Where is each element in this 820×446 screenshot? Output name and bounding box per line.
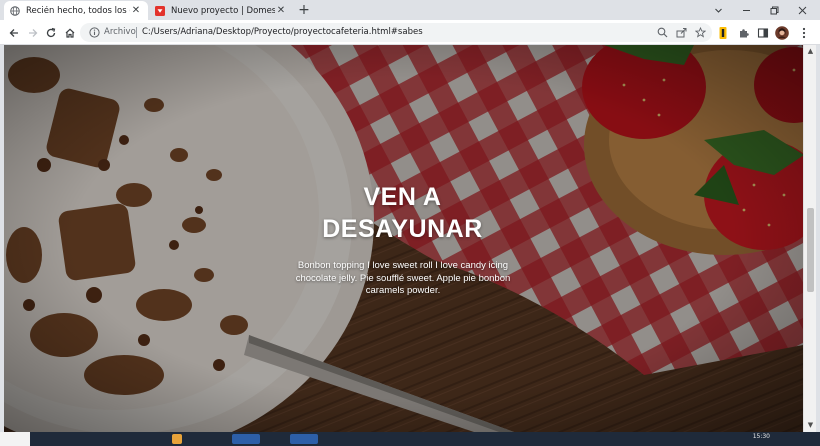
scrollbar-thumb[interactable] [807,208,814,292]
hero-paragraph: Bonbon topping I love sweet roll I love … [295,260,511,296]
tab-strip: Recién hecho, todos los días ✕ Nuevo pro… [0,0,820,20]
tab-title: Nuevo proyecto | Domestika [171,5,275,16]
hero-title-line-2: DESAYUNAR [322,215,483,243]
zoom-search-icon[interactable] [656,26,669,39]
close-window-icon[interactable] [788,0,816,20]
taskbar-app-icon[interactable] [290,434,318,444]
minimize-icon[interactable] [732,0,760,20]
hero-title: VEN A DESAYUNAR [254,181,551,245]
extensions-puzzle-icon[interactable] [736,25,752,41]
hero-title-line-1: VEN A [363,183,442,211]
taskbar-app-icon[interactable] [172,434,182,444]
back-icon[interactable] [6,25,22,41]
close-tab-icon[interactable]: ✕ [130,5,142,17]
taskbar-app-icon[interactable] [232,434,260,444]
taskbar-search[interactable] [0,432,30,446]
bookmark-star-icon[interactable] [694,26,707,39]
tab-domestika[interactable]: Nuevo proyecto | Domestika ✕ [149,1,293,20]
chrome-menu-icon[interactable] [796,25,812,41]
scroll-up-arrow-icon[interactable]: ▲ [806,47,815,56]
hero-section: VEN A DESAYUNAR Bonbon topping I love sw… [4,45,803,432]
share-icon[interactable] [675,26,688,39]
globe-icon [10,5,20,16]
info-icon[interactable] [88,26,101,39]
scroll-down-arrow-icon[interactable]: ▼ [806,421,815,430]
domestika-icon [155,5,165,16]
profile-avatar[interactable] [774,25,790,41]
window-border [816,45,820,432]
page-scrollbar[interactable]: ▲ ▼ [803,45,816,432]
home-icon[interactable] [62,25,78,41]
url-text[interactable]: C:/Users/Adriana/Desktop/Proyecto/proyec… [142,26,423,39]
os-taskbar: 15:30 [0,432,820,446]
file-scheme-label: Archivo [104,27,136,37]
forward-icon[interactable] [25,25,41,41]
tab-recien-hecho[interactable]: Recién hecho, todos los días ✕ [4,1,148,20]
new-tab-button[interactable]: + [296,2,312,18]
tab-search-chevron-icon[interactable] [704,0,732,20]
tab-title: Recién hecho, todos los días [26,5,130,16]
divider [136,27,137,38]
reload-icon[interactable] [43,25,59,41]
restore-icon[interactable] [760,0,788,20]
close-tab-icon[interactable]: ✕ [275,5,287,17]
taskbar-clock: 15:30 [752,433,770,440]
side-panel-icon[interactable] [755,25,771,41]
extension-badge-icon[interactable] [715,25,731,41]
address-bar[interactable]: Archivo C:/Users/Adriana/Desktop/Proyect… [80,23,712,42]
page-viewport: VEN A DESAYUNAR Bonbon topping I love sw… [4,45,803,432]
browser-toolbar: Archivo C:/Users/Adriana/Desktop/Proyect… [0,20,820,45]
